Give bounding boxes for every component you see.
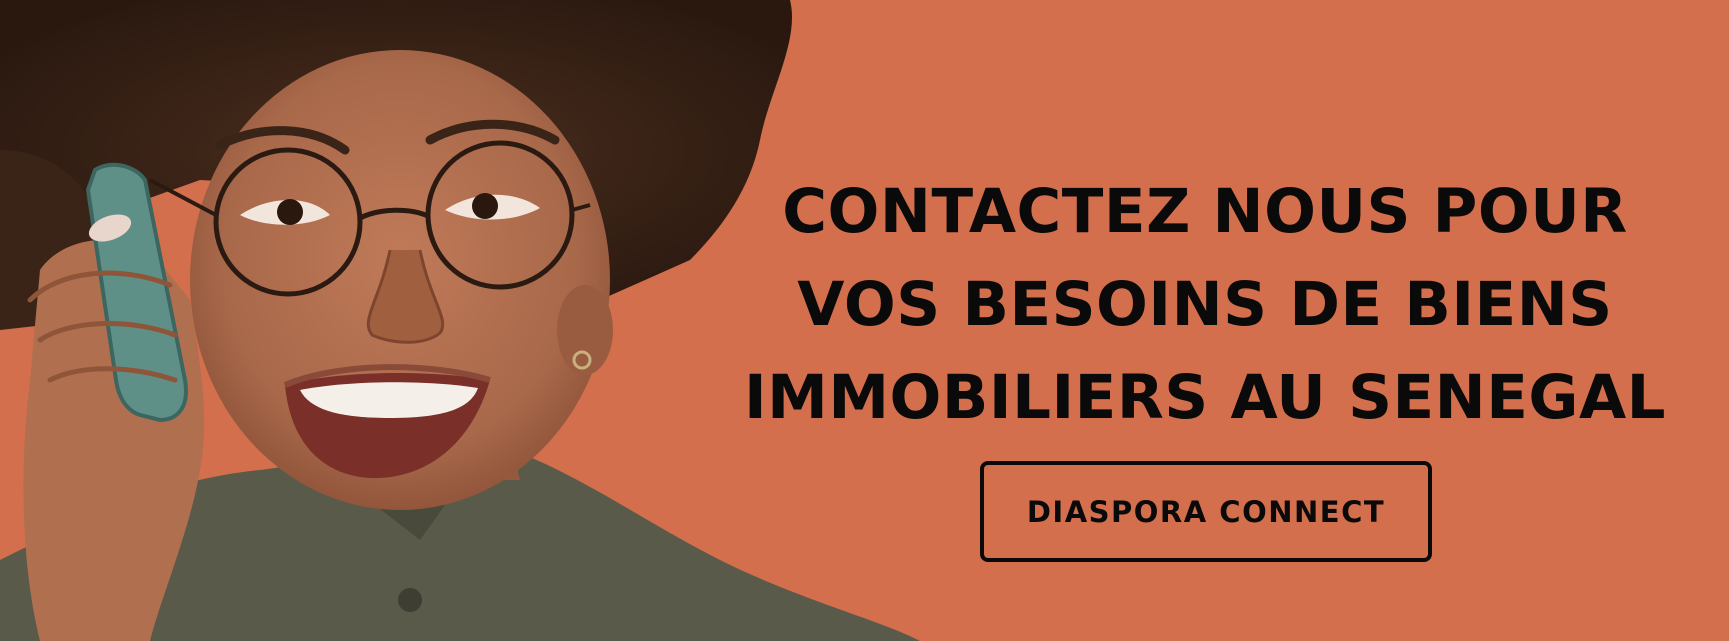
headline-line-1: CONTACTEZ NOUS POUR [782,176,1628,247]
headline-line-3: IMMOBILIERS AU SENEGAL [743,362,1667,433]
contact-banner: CONTACTEZ NOUS POUR VOS BESOINS DE BIENS… [0,0,1729,641]
diaspora-connect-button[interactable]: DIASPORA CONNECT [980,461,1432,562]
headline-line-2: VOS BESOINS DE BIENS [797,269,1613,340]
headline: CONTACTEZ NOUS POUR VOS BESOINS DE BIENS… [740,165,1670,444]
